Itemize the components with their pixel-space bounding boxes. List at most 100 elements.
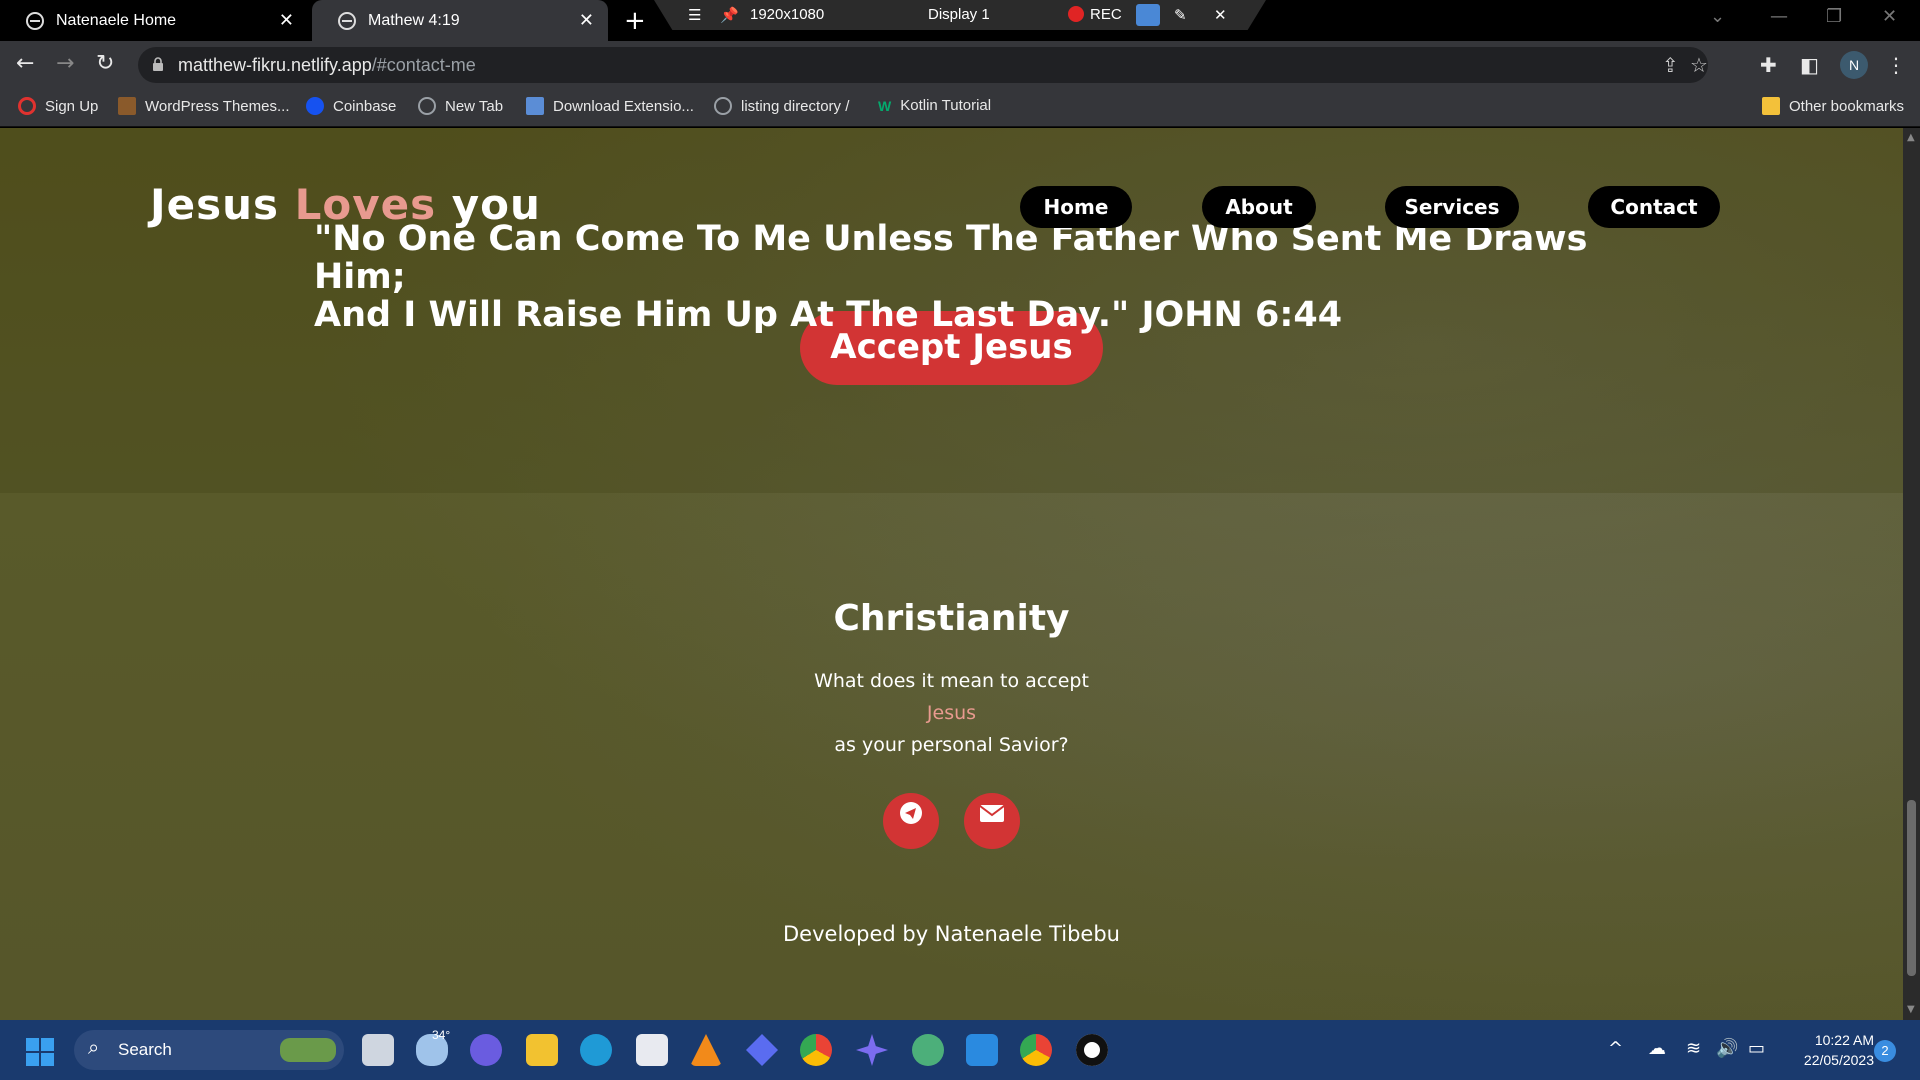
browser-toolbar: ← → ↻ matthew-fikru.netlify.app/#contact… (0, 41, 1920, 89)
book-icon (118, 97, 136, 115)
wifi-icon[interactable]: ≋ (1686, 1038, 1701, 1059)
chatgpt-icon[interactable] (912, 1034, 944, 1066)
close-tab-icon[interactable]: ✕ (579, 10, 594, 31)
other-bookmarks[interactable]: Other bookmarks (1762, 97, 1904, 115)
edge-icon[interactable] (580, 1034, 612, 1066)
store-icon[interactable] (636, 1034, 668, 1066)
tab-mathew-4-19[interactable]: Mathew 4:19 ✕ (312, 0, 608, 41)
rec-button[interactable]: REC (1068, 6, 1122, 23)
pen-icon[interactable]: ✎ (1174, 6, 1187, 24)
nav-contact[interactable]: Contact (1588, 186, 1720, 228)
bookmark-item[interactable]: listing directory / (714, 97, 849, 115)
battery-icon[interactable]: ▭ (1748, 1038, 1765, 1059)
task-view-icon[interactable] (362, 1034, 394, 1066)
windows-start-icon[interactable] (26, 1038, 54, 1066)
more-menu-icon[interactable]: ⋮ (1886, 53, 1906, 77)
chrome-profile-icon[interactable] (1020, 1034, 1052, 1066)
camera-icon[interactable] (1136, 4, 1160, 30)
quote-line: "No One Can Come To Me Unless The Father… (314, 219, 1588, 297)
scroll-up-icon[interactable]: ▲ (1907, 132, 1915, 143)
weather-temp: 34° (432, 1028, 451, 1042)
bookmark-item[interactable]: WordPress Themes... (118, 97, 290, 115)
bookmark-item[interactable]: Download Extensio... (526, 97, 694, 115)
back-icon[interactable]: ← (16, 51, 34, 76)
bookmark-item[interactable]: New Tab (418, 97, 503, 115)
side-panel-icon[interactable]: ◧ (1800, 53, 1819, 77)
email-button[interactable] (964, 793, 1020, 849)
vscode-icon[interactable] (966, 1034, 998, 1066)
vlc-icon[interactable] (690, 1034, 722, 1066)
bookmark-label: listing directory / (741, 97, 850, 115)
address-bar[interactable]: matthew-fikru.netlify.app/#contact-me ⇪ … (138, 47, 1708, 83)
url-path: /#contact-me (371, 55, 476, 75)
bookmark-label: Download Extensio... (553, 97, 694, 115)
browser-tab-strip: Natenaele Home ✕ Mathew 4:19 ✕ + ☰ 📌 192… (0, 0, 1920, 41)
menu-icon[interactable]: ☰ (688, 6, 701, 24)
close-tab-icon[interactable]: ✕ (279, 10, 294, 31)
scroll-down-icon[interactable]: ▼ (1907, 1004, 1915, 1015)
brand-text: you (436, 180, 541, 229)
rec-label: REC (1090, 6, 1122, 23)
bookmark-label: WordPress Themes... (145, 97, 290, 115)
onedrive-icon[interactable]: ☁ (1648, 1038, 1666, 1059)
url-text: matthew-fikru.netlify.app/#contact-me (178, 55, 476, 76)
bookmark-star-icon[interactable]: ☆ (1690, 53, 1708, 77)
new-tab-button[interactable]: + (624, 6, 646, 36)
globe-icon (714, 97, 732, 115)
globe-icon (26, 11, 44, 30)
close-recorder-icon[interactable]: ✕ (1214, 6, 1227, 24)
section-title: Christianity (833, 598, 1070, 639)
volume-icon[interactable]: 🔊 (1716, 1038, 1738, 1059)
reload-icon[interactable]: ↻ (96, 51, 114, 76)
brand-text: Jesus (150, 180, 295, 229)
notification-badge[interactable]: 2 (1874, 1040, 1896, 1062)
site-logo[interactable]: Jesus Loves you (150, 180, 541, 229)
teams-chat-icon[interactable] (470, 1034, 502, 1066)
subtitle-accent: Jesus (926, 702, 977, 724)
taskbar-search[interactable]: ⌕ Search (74, 1030, 344, 1070)
search-icon: ⌕ (88, 1037, 100, 1059)
record-icon (1068, 6, 1084, 22)
telegram-button[interactable] (883, 793, 939, 849)
tab-search-icon[interactable]: ⌄ (1710, 6, 1725, 27)
bookmarks-bar: Sign Up WordPress Themes... Coinbase New… (0, 89, 1920, 127)
close-window-icon[interactable]: ✕ (1882, 6, 1897, 27)
clock-date: 22/05/2023 (1803, 1052, 1874, 1068)
extensions-icon[interactable]: ✚ (1760, 53, 1777, 77)
chevron-up-icon[interactable]: ^ (1608, 1038, 1623, 1059)
screen-recorder-icon[interactable] (1076, 1034, 1108, 1066)
bookmark-label: Other bookmarks (1789, 97, 1905, 115)
restore-icon[interactable]: ❐ (1826, 6, 1842, 27)
clock[interactable]: 10:22 AM 22/05/2023 (1790, 1030, 1874, 1070)
share-icon[interactable]: ⇪ (1662, 53, 1679, 77)
lock-icon[interactable] (152, 57, 164, 71)
pin-icon[interactable]: 📌 (720, 6, 739, 24)
nav-home[interactable]: Home (1020, 186, 1132, 228)
bookmark-label: Sign Up (45, 97, 99, 115)
profile-avatar[interactable]: N (1840, 51, 1868, 79)
bookmark-label: Coinbase (333, 97, 397, 115)
page-scrollbar[interactable]: ▲ ▼ (1903, 128, 1920, 1020)
tab-natenaele-home[interactable]: Natenaele Home ✕ (0, 0, 308, 41)
nav-services[interactable]: Services (1385, 186, 1519, 228)
bible-quote: "No One Can Come To Me Unless The Father… (314, 220, 1614, 334)
scroll-thumb[interactable] (1907, 800, 1916, 976)
bookmark-item[interactable]: Coinbase (306, 97, 396, 115)
bookmark-item[interactable]: W Kotlin Tutorial (878, 97, 991, 114)
minimize-icon[interactable]: — (1770, 6, 1788, 27)
power-automate-icon[interactable] (746, 1034, 778, 1066)
tab-title: Natenaele Home (56, 11, 177, 29)
chrome-icon[interactable] (800, 1034, 832, 1066)
telegram-icon (900, 802, 922, 824)
file-explorer-icon[interactable] (526, 1034, 558, 1066)
quote-line: And I Will Raise Him Up At The Last Day.… (314, 295, 1343, 335)
nav-about[interactable]: About (1202, 186, 1316, 228)
forward-icon[interactable]: → (56, 51, 74, 76)
display-label[interactable]: Display 1 (928, 6, 990, 23)
search-label: Search (118, 1040, 172, 1059)
screen-recorder-toolbar: ☰ 📌 1920x1080 Display 1 REC ✎ ✕ (654, 0, 1266, 30)
subtitle-line: as your personal Savior? (834, 734, 1069, 756)
copilot-icon[interactable] (856, 1034, 888, 1066)
bookmark-item[interactable]: Sign Up (18, 97, 98, 115)
w-icon: W (878, 97, 892, 114)
